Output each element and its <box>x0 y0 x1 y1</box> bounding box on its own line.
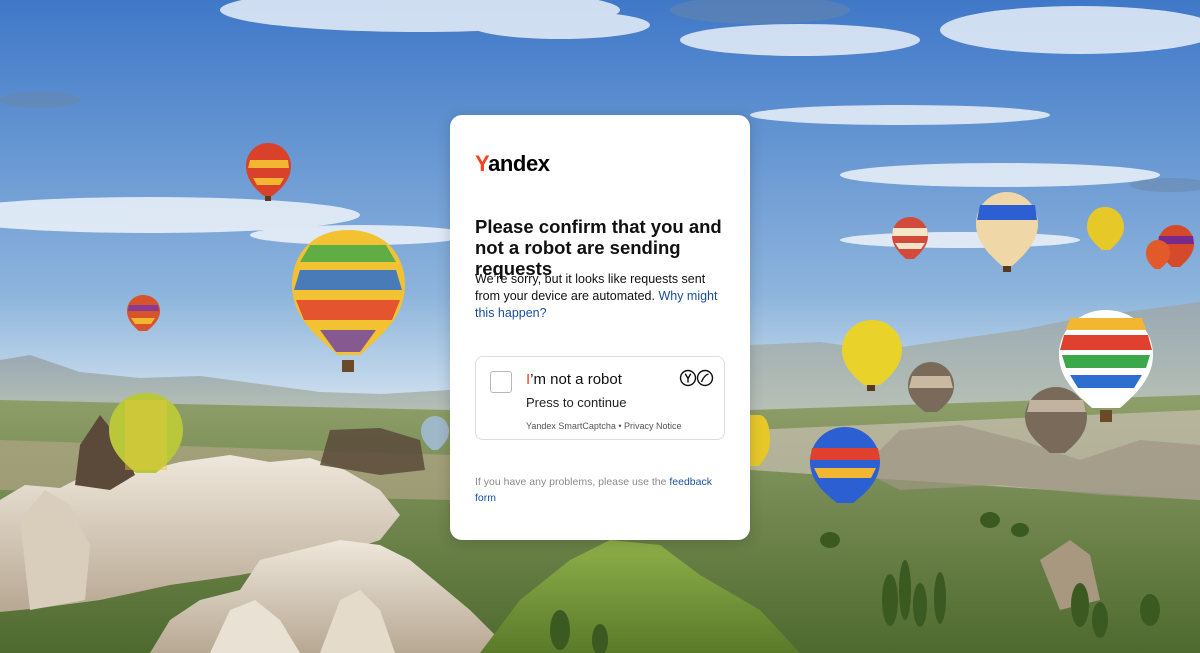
smartcaptcha-privacy-footer[interactable]: Yandex SmartCaptcha • Privacy Notice <box>526 421 682 432</box>
not-a-robot-label-rest: ’m not a robot <box>530 371 622 388</box>
smartcaptcha-widget[interactable]: I’m not a robot Press to continue Yandex… <box>475 356 725 440</box>
speed-circle-icon <box>696 369 714 387</box>
page-title: Please confirm that you and not a robot … <box>475 216 722 279</box>
yandex-logo-rest: andex <box>488 151 550 176</box>
yandex-brand-icons <box>679 369 714 387</box>
problems-body: If you have any problems, please use the <box>475 476 670 488</box>
captcha-dialog-card: Yandex Please confirm that you and not a… <box>450 115 750 540</box>
yandex-circle-icon <box>679 369 697 387</box>
not-a-robot-label: I’m not a robot <box>526 371 622 389</box>
yandex-logo-first-letter: Y <box>475 151 489 176</box>
yandex-logo: Yandex <box>475 151 550 177</box>
description-text: We’re sorry, but it looks like requests … <box>475 271 730 322</box>
problems-text: If you have any problems, please use the… <box>475 474 725 506</box>
press-to-continue-text: Press to continue <box>526 395 627 410</box>
not-a-robot-checkbox[interactable] <box>490 371 512 393</box>
